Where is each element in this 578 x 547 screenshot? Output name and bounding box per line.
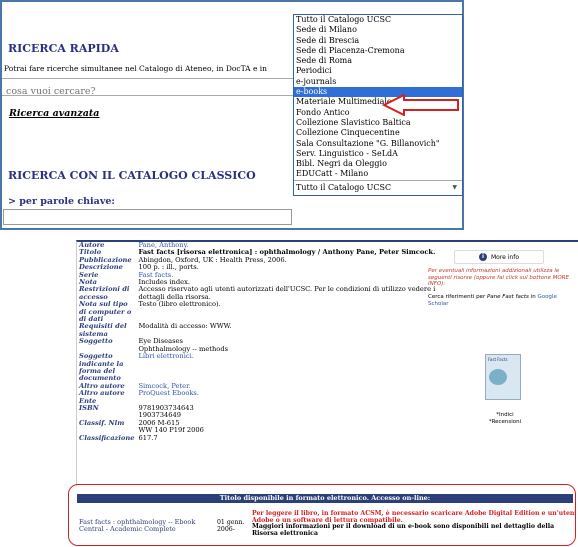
catalog-option[interactable]: e-journals [294, 77, 462, 87]
record-row: Altro autore Simcock, Peter. [77, 382, 440, 390]
record-row: Serie Fast facts. [77, 271, 440, 279]
record-row: Descrizione 100 p. : ill., ports. [77, 263, 440, 271]
record-row: Classificazione 617.7 [77, 433, 440, 442]
field-value: Testo (libro elettronico). [136, 301, 440, 323]
scholar-note-title: Pane Fast facts [486, 294, 529, 300]
field-value: Accesso riservato agli utenti autorizzat… [136, 286, 440, 301]
field-value: ProQuest Ebooks. [136, 389, 440, 405]
online-access-box: Titolo disponibile in formato elettronic… [68, 484, 576, 546]
keywords-label: > per parole chiave: [8, 196, 115, 207]
record-row: Pubblicazione Abingdon, Oxford, UK : Heal… [77, 256, 440, 264]
field-value-text: 9781903734643 1903734649 [138, 403, 194, 420]
cover-eye-image [489, 369, 507, 385]
field-value: Modalità di accesso: WWW. [136, 323, 440, 338]
book-cover-title: Fast Facts [488, 357, 508, 362]
field-value-link[interactable]: ProQuest Ebooks. [138, 389, 199, 397]
catalog-select-value: Tutto il Catalogo UCSC [296, 182, 392, 192]
record-row: Soggetto Eye Diseases Ophthalmology -- me… [77, 337, 440, 353]
availability-date: 01 genn. 2006- [217, 519, 245, 534]
field-label: Altro autore Ente [79, 389, 125, 405]
record-row: Nota sul tipo di computer o di dati Testo… [77, 301, 440, 323]
info-icon: i [478, 253, 487, 261]
catalog-option[interactable]: Sede di Roma [294, 56, 462, 66]
field-value: 100 p. : ill., ports. [136, 264, 440, 271]
catalog-option[interactable]: Sede di Piacenza-Cremona [294, 46, 462, 56]
field-value-text: 617.7 [138, 433, 158, 442]
catalog-option[interactable]: Collezione Slavistico Baltica [294, 118, 462, 128]
ebook-link[interactable]: Fast facts : ophthalmology -- Ebook Cent… [79, 518, 209, 534]
ebook-instructions: Per leggere il libro, in formato ACSM, è… [252, 510, 575, 537]
catalog-option[interactable]: EDUCatt - Milano [294, 169, 462, 179]
indici-recensioni: *Indici *Recensioni [485, 412, 525, 425]
record-row: Restrizioni di accesso Accesso riservato … [77, 286, 440, 301]
catalog-option[interactable]: Sede di Milano [294, 25, 462, 35]
field-value-text: 2006 M-615 WW 140 P19f 2006 [138, 418, 204, 435]
field-value: Libri elettronici. [136, 352, 440, 383]
record-row: Soggetto indicante la forma del document… [77, 352, 440, 383]
field-label: Soggetto indicante la forma del document… [79, 352, 124, 383]
field-label: Restrizioni di accesso [79, 285, 130, 301]
field-value: Eye Diseases Ophthalmology -- methods [136, 337, 440, 353]
field-value-text: Modalità di accesso: WWW. [138, 322, 232, 331]
record-row: Classif. Nlm 2006 M-615 WW 140 P19f 2006 [77, 418, 440, 435]
field-label: Soggetto [79, 337, 113, 346]
download-info: Maggiori informazioni per il download di… [252, 523, 555, 537]
field-label: Nota sul tipo di computer o di dati [79, 300, 132, 324]
advanced-search-link[interactable]: Ricerca avanzata [9, 108, 99, 119]
field-value-text: Eye Diseases Ophthalmology -- methods [138, 337, 229, 353]
field-label: Requisiti del sistema [79, 322, 127, 338]
search-input[interactable] [2, 84, 290, 99]
scholar-note-prefix: Cerca riferimenti per [428, 294, 487, 300]
field-value-text: Testo (libro elettronico). [138, 300, 221, 309]
field-value: 2006 M-615 WW 140 P19f 2006 [136, 418, 440, 435]
field-label: Classif. Nlm [79, 418, 125, 427]
catalog-select[interactable]: Tutto il Catalogo UCSC ▼ [294, 179, 462, 195]
keywords-input[interactable] [3, 209, 292, 225]
catalog-option[interactable]: Sede di Brescia [294, 36, 462, 46]
book-cover[interactable]: Fast Facts [485, 354, 521, 400]
quick-search-description: Potrai fare ricerche simultanee nel Cata… [4, 64, 268, 73]
quick-search-title: RICERCA RAPIDA [8, 42, 119, 55]
more-info-button[interactable]: i More info [454, 250, 544, 264]
record-row: Requisiti del sistema Modalità di accesso… [77, 323, 440, 338]
field-value: 617.7 [136, 433, 440, 442]
quick-search-field[interactable] [2, 78, 294, 99]
field-label: Classificazione [79, 433, 135, 442]
record-row: Altro autore Ente ProQuest Ebooks. [77, 389, 440, 405]
scholar-note: Cerca riferimenti per Pane Fast facts in… [428, 294, 576, 307]
catalog-option[interactable]: Tutto il Catalogo UCSC [294, 15, 462, 25]
field-label: ISBN [79, 403, 99, 412]
recensioni-link[interactable]: *Recensioni [485, 419, 525, 426]
online-access-header: Titolo disponibile in formato elettronic… [77, 494, 573, 503]
more-info-label: More info [490, 253, 520, 261]
field-value-link[interactable]: Libri elettronici. [138, 352, 193, 360]
catalog-option[interactable]: Collezione Cinquecentine [294, 128, 462, 138]
catalog-option[interactable]: Periodici [294, 66, 462, 76]
red-arrow-annotation [382, 94, 459, 116]
record-row: ISBN 9781903734643 1903734649 [77, 403, 440, 420]
additional-info-note: Per eventuali informazioni addizionali u… [428, 268, 569, 287]
field-value-text: Accesso riservato agli utenti autorizzat… [138, 285, 436, 301]
catalog-option[interactable]: Sala Consultazione "G. Billanovich" [294, 139, 462, 149]
chevron-down-icon: ▼ [452, 183, 457, 191]
classic-search-title: RICERCA CON IL CATALOGO CLASSICO [8, 169, 256, 182]
catalog-option[interactable]: Bibl. Negri da Oleggio [294, 159, 462, 169]
field-value: 9781903734643 1903734649 [136, 403, 440, 420]
record-table: Autore Pane, Anthony. Titolo Fast facts [ri… [77, 241, 440, 442]
catalog-option[interactable]: Serv. Linguistico - SeLdA [294, 149, 462, 159]
